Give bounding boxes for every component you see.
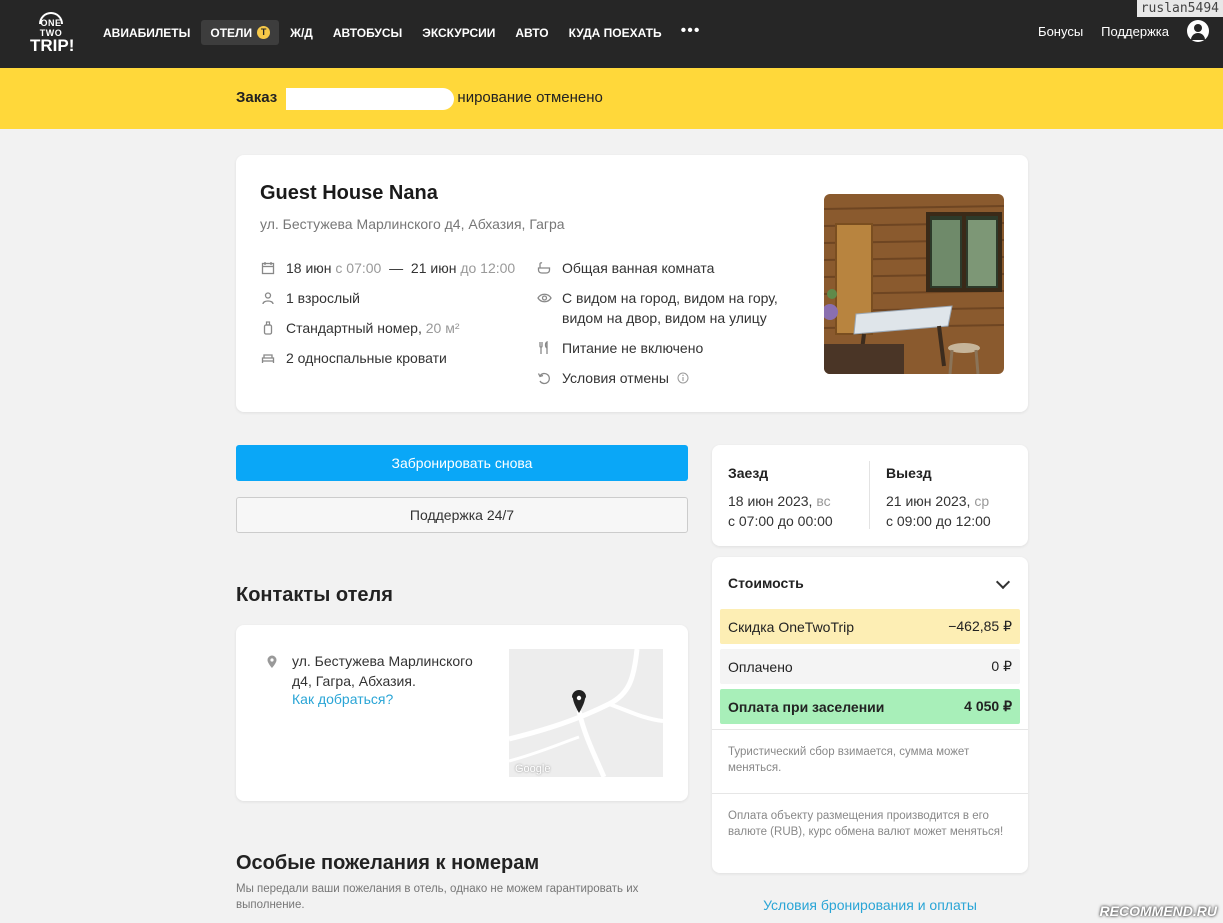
support-link[interactable]: Поддержка — [1101, 24, 1169, 39]
onetwotrip-logo[interactable]: ONE TWO TRIP! — [30, 12, 75, 55]
checkout-time: с 09:00 до 12:00 — [886, 513, 991, 529]
fork-knife-icon — [536, 340, 552, 356]
hotel-card: Guest House Nana ул. Бестужева Марлинско… — [236, 155, 1028, 412]
bathroom-text: Общая ванная комната — [562, 260, 715, 276]
nav-item-cars[interactable]: АВТО — [506, 20, 557, 45]
from-date: 18 июн — [286, 260, 332, 276]
recommend-watermark: RECOMMEND.RU — [1099, 903, 1217, 919]
order-label: Заказ — [236, 89, 278, 106]
view-text: С видом на город, видом на гору, видом н… — [562, 290, 778, 326]
due-label: Оплата при заселении — [728, 698, 885, 715]
checkin-date: 18 июн 2023, — [728, 493, 813, 509]
room-size: 20 м² — [425, 320, 460, 336]
due-value: 4 050 ₽ — [964, 698, 1012, 714]
top-navigation-bar: ONE TWO TRIP! АВИАБИЛЕТЫ ОТЕЛИ Т Ж/Д АВТ… — [0, 0, 1223, 68]
stay-dates-card: Заезд 18 июн 2023, вс с 07:00 до 00:00 В… — [712, 445, 1028, 546]
checkout-label: Выезд — [886, 465, 932, 481]
checkin-time: с 07:00 до 00:00 — [728, 513, 833, 529]
dates-divider — [869, 461, 870, 529]
room-key-icon — [260, 320, 276, 336]
directions-link[interactable]: Как добраться? — [292, 691, 393, 707]
nav-item-hotels[interactable]: ОТЕЛИ Т — [201, 20, 280, 45]
special-wishes-note: Мы передали ваши пожелания в отель, одна… — [236, 883, 639, 911]
nav-item-excursions[interactable]: ЭКСКУРСИИ — [413, 20, 504, 45]
hotel-contacts-title: Контакты отеля — [236, 584, 393, 606]
calendar-icon — [260, 260, 276, 276]
chevron-down-icon[interactable] — [995, 574, 1011, 590]
to-date: 21 июн — [410, 260, 457, 276]
room-row: Стандартный номер, 20 м² — [260, 318, 459, 338]
checkin-weekday: вс — [816, 493, 831, 509]
checkout-block: Выезд 21 июн 2023, ср с 09:00 до 12:00 — [886, 463, 991, 531]
hotel-address: ул. Бестужева Марлинского д4, Абхазия, Г… — [260, 216, 565, 232]
user-account-icon[interactable] — [1187, 20, 1209, 42]
eye-icon — [536, 290, 552, 306]
guests-row: 1 взрослый — [260, 288, 360, 308]
cancellation-text[interactable]: Условия отмены — [562, 368, 669, 388]
book-again-button[interactable]: Забронировать снова — [236, 445, 688, 481]
paid-row: Оплачено 0 ₽ — [720, 649, 1020, 684]
bonuses-link[interactable]: Бонусы — [1038, 24, 1083, 39]
special-wishes-title: Особые пожелания к номерам — [236, 852, 540, 874]
hotel-name: Guest House Nana — [260, 182, 438, 204]
checkin-label: Заезд — [728, 465, 769, 481]
discount-row: Скидка OneTwoTrip −462,85 ₽ — [720, 609, 1020, 644]
due-at-checkin-row: Оплата при заселении 4 050 ₽ — [720, 689, 1020, 724]
bed-icon — [260, 350, 276, 366]
beds-row: 2 односпальные кровати — [260, 348, 447, 368]
hotels-badge: Т — [257, 26, 271, 39]
hotel-contacts-card: ул. Бестужева Марлинского д4, Гагра, Абх… — [236, 625, 688, 801]
undo-icon — [536, 370, 552, 386]
nav-item-trains[interactable]: Ж/Д — [281, 20, 322, 45]
username-watermark: ruslan5494 — [1136, 0, 1223, 17]
checkout-date: 21 июн 2023, — [886, 493, 971, 509]
currency-note: Оплата объекту размещения производится в… — [728, 810, 1004, 838]
tourist-tax-note: Туристический сбор взимается, сумма може… — [728, 746, 970, 774]
order-status-text: нирование отменено — [457, 89, 603, 106]
cost-divider — [712, 793, 1028, 794]
paid-value: 0 ₽ — [991, 658, 1012, 674]
paid-label: Оплачено — [728, 658, 793, 675]
to-time: до 12:00 — [460, 260, 516, 276]
support-247-button[interactable]: Поддержка 24/7 — [236, 497, 688, 533]
person-icon — [260, 290, 276, 306]
nav-item-destinations[interactable]: КУДА ПОЕХАТЬ — [560, 20, 671, 45]
nav-item-buses[interactable]: АВТОБУСЫ — [324, 20, 411, 45]
cost-title[interactable]: Стоимость — [728, 575, 804, 591]
cost-divider — [712, 729, 1028, 730]
guests-text: 1 взрослый — [286, 290, 360, 306]
more-menu-icon[interactable]: ••• — [673, 20, 709, 45]
location-pin-icon — [266, 655, 278, 674]
hotel-map[interactable]: Google — [509, 649, 663, 777]
logo-bottom-text: TRIP! — [30, 36, 75, 55]
checkout-weekday: ср — [974, 493, 990, 509]
main-nav: АВИАБИЛЕТЫ ОТЕЛИ Т Ж/Д АВТОБУСЫ ЭКСКУРСИ… — [94, 20, 708, 45]
order-status-banner: Заказ нирование отменено — [0, 68, 1223, 129]
contact-address: ул. Бестужева Марлинского д4, Гагра, Абх… — [292, 653, 473, 689]
checkin-block: Заезд 18 июн 2023, вс с 07:00 до 00:00 — [728, 463, 833, 531]
google-map-label: Google — [515, 763, 551, 775]
cost-card: Стоимость Скидка OneTwoTrip −462,85 ₽ Оп… — [712, 557, 1028, 873]
bathroom-row: Общая ванная комната — [536, 258, 714, 278]
cancellation-row[interactable]: Условия отмены — [536, 368, 691, 388]
stay-dates-row: 18 июн с 07:00 — 21 июн до 12:00 — [260, 258, 515, 278]
beds-text: 2 односпальные кровати — [286, 350, 447, 366]
date-dash: — — [389, 260, 404, 276]
discount-label: Скидка OneTwoTrip — [728, 618, 855, 635]
room-type: Стандартный номер, — [286, 320, 422, 336]
meals-row: Питание не включено — [536, 338, 703, 358]
view-row: С видом на город, видом на гору, видом н… — [536, 288, 786, 328]
bathtub-icon — [536, 260, 552, 276]
meals-text: Питание не включено — [562, 340, 704, 356]
booking-terms-link[interactable]: Условия бронирования и оплаты — [712, 897, 1028, 913]
from-time: с 07:00 — [335, 260, 382, 276]
info-icon[interactable] — [675, 370, 691, 386]
redacted-order-number — [286, 88, 454, 110]
hotel-photo[interactable] — [824, 194, 1004, 374]
nav-item-hotels-label: ОТЕЛИ — [210, 25, 253, 40]
nav-item-flights[interactable]: АВИАБИЛЕТЫ — [94, 20, 199, 45]
discount-value: −462,85 ₽ — [948, 618, 1012, 634]
